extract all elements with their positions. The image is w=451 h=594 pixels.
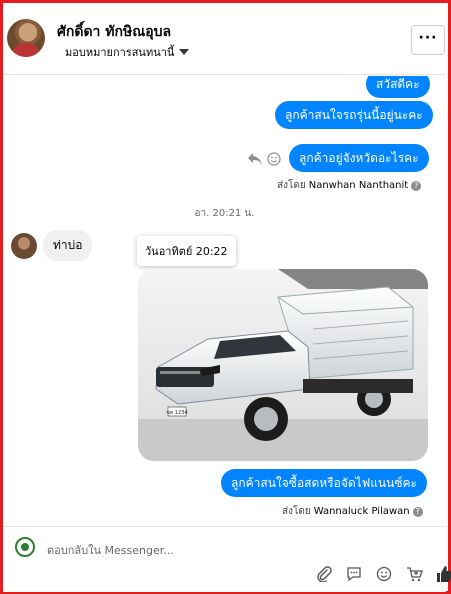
reply-composer: ตอบกลับใน Messenger... — [3, 526, 451, 592]
conversation-header: ศักดิ์ดา ทักษิณอุบล มอบหมายการสนทนานี้ ·… — [3, 3, 446, 75]
sent-by-label: ส่งโดย Nanwhan Nanthanit ? — [277, 178, 422, 193]
message-actions — [247, 152, 281, 166]
caret-down-icon — [179, 49, 190, 55]
incoming-message[interactable]: ท่าบ่อ — [43, 230, 93, 261]
like-icon[interactable] — [435, 565, 451, 583]
plate-text: ขค 1234 — [166, 410, 187, 416]
contact-avatar-small — [11, 233, 37, 259]
contact-name[interactable]: ศักดิ์ดา ทักษิณอุบล — [57, 21, 171, 43]
composer-toolbar — [315, 565, 451, 583]
sent-by-agent-name: Wannaluck Pilawan — [313, 506, 410, 517]
help-icon[interactable]: ? — [412, 506, 423, 517]
sent-by-prefix: ส่งโดย — [282, 506, 311, 517]
attach-icon[interactable] — [315, 565, 333, 583]
photo-attachment[interactable]: ขค 1234 — [138, 269, 428, 461]
message-thread: สวัสดีคะ ลูกค้าสนใจรถรุ่นนี้อยู่นะคะ ลูก… — [3, 76, 446, 524]
assign-conversation-dropdown[interactable]: มอบหมายการสนทนานี้ — [65, 43, 190, 61]
outgoing-message[interactable]: ลูกค้าสนใจซื้อสดหรือจัดไฟแนนซ์คะ — [221, 469, 427, 497]
pickup-truck-image: ขค 1234 — [138, 269, 428, 461]
contact-avatar[interactable] — [7, 19, 45, 57]
time-tooltip: วันอาทิตย์ 20:22 — [137, 236, 236, 266]
sent-by-label: ส่งโดย Wannaluck Pilawan ? — [282, 504, 423, 519]
more-options-button[interactable]: ··· — [411, 25, 445, 55]
sent-by-agent-name: Nanwhan Nanthanit — [308, 180, 409, 191]
reply-input[interactable]: ตอบกลับใน Messenger... — [47, 541, 174, 559]
emoji-icon[interactable] — [267, 152, 281, 166]
outgoing-message[interactable]: ลูกค้าอยู่จังหวัดอะไรคะ — [289, 144, 429, 172]
emoji-picker-icon[interactable] — [375, 565, 393, 583]
sent-by-prefix: ส่งโดย — [277, 180, 306, 191]
outgoing-message[interactable]: สวัสดีคะ — [366, 76, 430, 98]
cart-icon[interactable] — [405, 565, 423, 583]
page-avatar — [15, 537, 35, 557]
assign-label: มอบหมายการสนทนานี้ — [65, 46, 175, 59]
help-icon[interactable]: ? — [411, 180, 422, 191]
saved-reply-icon[interactable] — [345, 565, 363, 583]
message-timestamp: อา. 20:21 น. — [194, 208, 255, 219]
outgoing-message[interactable]: ลูกค้าสนใจรถรุ่นนี้อยู่นะคะ — [275, 101, 433, 129]
reply-icon[interactable] — [247, 152, 263, 166]
